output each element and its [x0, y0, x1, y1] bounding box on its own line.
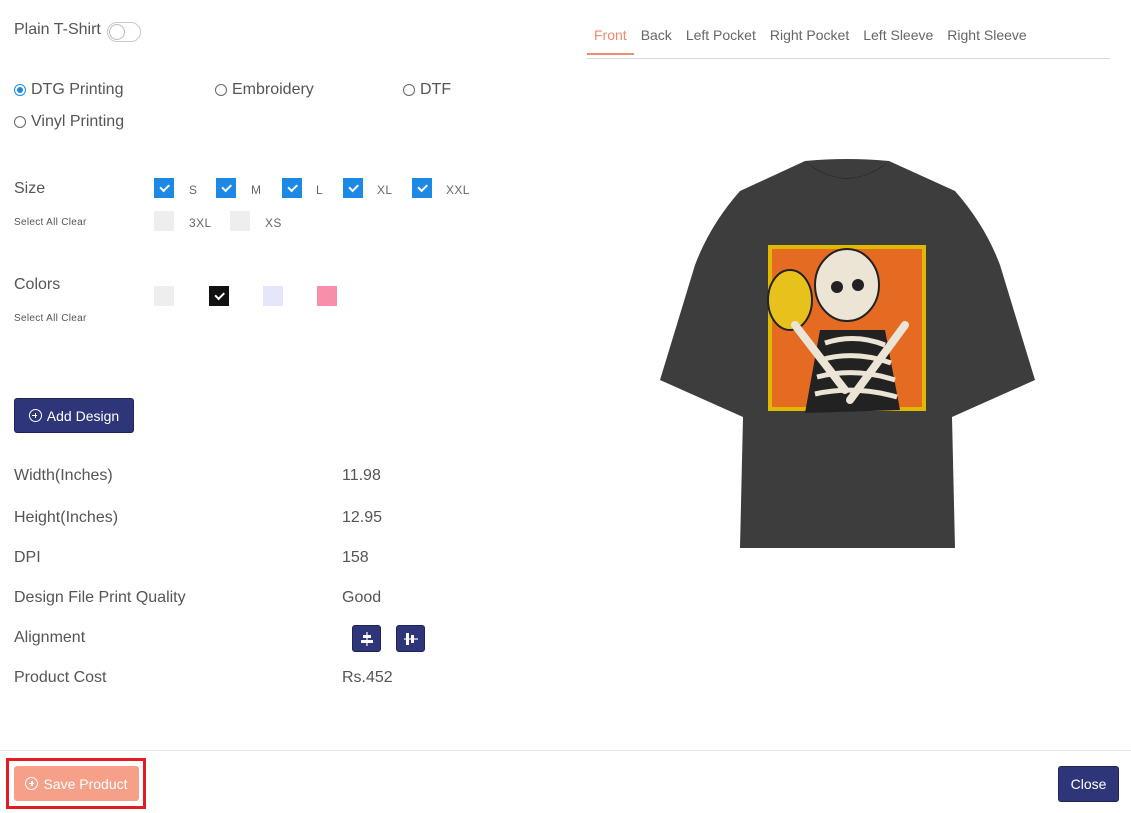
size-option-label: S: [189, 183, 198, 197]
color-swatch-pink[interactable]: [317, 286, 337, 306]
radio-dtf[interactable]: DTF: [403, 81, 451, 99]
tab-left-sleeve[interactable]: Left Sleeve: [856, 17, 940, 53]
size-clear-link[interactable]: Clear: [61, 217, 86, 228]
plain-tshirt-label: Plain T-Shirt: [14, 21, 101, 38]
plus-circle-icon: [28, 409, 42, 422]
tab-left-pocket[interactable]: Left Pocket: [679, 17, 763, 53]
product-cost-value: Rs.452: [342, 669, 393, 686]
color-swatch-black[interactable]: [209, 286, 229, 306]
size-select-all-link[interactable]: Select All: [14, 217, 58, 228]
height-label: Height(Inches): [14, 509, 119, 526]
align-horizontal-center-button[interactable]: [352, 625, 381, 652]
align-center-horizontal-icon: [360, 631, 373, 646]
add-design-label: Add Design: [46, 407, 120, 424]
toggle-knob: [110, 25, 124, 39]
plus-circle-icon: [25, 777, 39, 790]
colors-select-all-link[interactable]: Select All: [14, 313, 58, 324]
check-icon: [347, 181, 359, 193]
align-vertical-center-button[interactable]: [396, 625, 425, 652]
radio-label: Embroidery: [232, 81, 314, 98]
save-product-label: Save Product: [43, 775, 128, 792]
radio-unselected-icon: [14, 116, 26, 128]
size-checkbox-xxl[interactable]: [412, 178, 432, 198]
save-product-button[interactable]: Save Product: [14, 766, 139, 801]
tabs-divider: [587, 58, 1110, 59]
align-center-vertical-icon: [403, 632, 418, 645]
check-icon: [416, 181, 428, 193]
size-option-label: M: [251, 183, 262, 197]
radio-selected-icon: [14, 84, 26, 96]
check-icon: [220, 181, 232, 193]
dpi-label: DPI: [14, 549, 41, 566]
close-button[interactable]: Close: [1058, 766, 1119, 802]
size-checkbox-l[interactable]: [282, 178, 302, 198]
radio-unselected-icon: [215, 84, 227, 96]
colors-clear-link[interactable]: Clear: [61, 313, 86, 324]
size-checkbox-xs[interactable]: [230, 211, 250, 231]
tab-right-pocket[interactable]: Right Pocket: [763, 17, 856, 53]
size-option-label: XXL: [446, 183, 470, 197]
skeleton-design-artwork: [767, 245, 926, 413]
add-design-button[interactable]: Add Design: [14, 398, 134, 433]
radio-label: DTF: [420, 81, 452, 98]
size-select-all-clear: Select All Clear: [14, 217, 87, 228]
size-checkbox-3xl[interactable]: [154, 211, 174, 231]
colors-select-all-clear: Select All Clear: [14, 313, 87, 324]
tab-back[interactable]: Back: [634, 17, 679, 53]
colors-label: Colors: [14, 276, 61, 293]
size-checkbox-xl[interactable]: [343, 178, 363, 198]
tab-front[interactable]: Front: [587, 17, 634, 55]
size-option-label: XL: [377, 183, 393, 197]
check-icon: [286, 181, 298, 193]
tab-right-sleeve[interactable]: Right Sleeve: [940, 17, 1033, 53]
radio-vinyl-printing[interactable]: Vinyl Printing: [14, 113, 124, 131]
print-area-tabs: Front Back Left Pocket Right Pocket Left…: [587, 17, 1034, 55]
radio-unselected-icon: [403, 84, 415, 96]
print-quality-value: Good: [342, 589, 382, 606]
radio-label: DTG Printing: [31, 81, 124, 98]
size-checkbox-s[interactable]: [154, 178, 174, 198]
color-swatch-lavender[interactable]: [263, 286, 283, 306]
footer-divider: [0, 750, 1131, 751]
plain-tshirt-toggle[interactable]: [107, 22, 141, 42]
size-option-label: XS: [265, 216, 282, 230]
height-value: 12.95: [342, 509, 383, 526]
radio-label: Vinyl Printing: [31, 113, 125, 130]
dpi-value: 158: [342, 549, 369, 566]
product-cost-label: Product Cost: [14, 669, 107, 686]
size-option-label: 3XL: [189, 216, 212, 230]
alignment-label: Alignment: [14, 629, 86, 646]
check-icon: [213, 289, 225, 301]
tshirt-preview: [660, 159, 1035, 548]
size-label: Size: [14, 180, 46, 197]
check-icon: [158, 181, 170, 193]
color-swatch-light-gray[interactable]: [154, 286, 174, 306]
width-value: 11.98: [342, 467, 381, 484]
radio-dtg-printing[interactable]: DTG Printing: [14, 81, 123, 99]
radio-embroidery[interactable]: Embroidery: [215, 81, 314, 99]
size-option-label: L: [316, 183, 324, 197]
width-label: Width(Inches): [14, 467, 113, 484]
size-checkbox-m[interactable]: [216, 178, 236, 198]
print-quality-label: Design File Print Quality: [14, 589, 186, 606]
